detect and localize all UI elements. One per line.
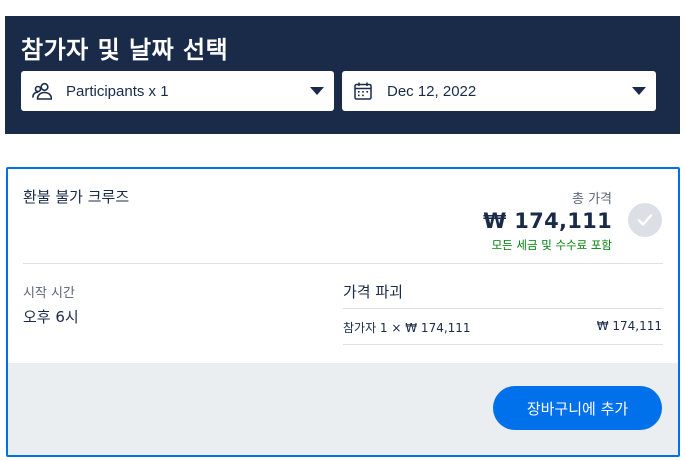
card-footer: 장바구니에 추가 — [8, 363, 678, 455]
check-icon — [637, 214, 653, 226]
tax-note: 모든 세금 및 수수료 포함 — [491, 238, 612, 252]
add-to-cart-button[interactable]: 장바구니에 추가 — [493, 386, 662, 430]
price-breakdown-line: 참가자 1 × ₩ 174,111 — [343, 321, 471, 335]
participants-select[interactable]: Participants x 1 — [21, 71, 334, 111]
divider — [343, 308, 663, 309]
total-price-label: 총 가격 — [571, 192, 612, 207]
selection-header: 참가자 및 날짜 선택 Participants x 1 Dec 12, 202… — [5, 16, 680, 134]
date-select[interactable]: Dec 12, 2022 — [342, 71, 656, 111]
page-title: 참가자 및 날짜 선택 — [21, 36, 229, 64]
total-price: ₩ 174,111 — [483, 209, 612, 233]
divider — [343, 344, 663, 345]
price-breakdown-title: 가격 파괴 — [343, 283, 403, 301]
calendar-icon — [353, 81, 373, 101]
people-icon — [32, 81, 52, 101]
option-title: 환불 불가 크루즈 — [23, 188, 130, 206]
chevron-down-icon — [310, 87, 324, 95]
divider — [23, 263, 663, 264]
chevron-down-icon — [632, 87, 646, 95]
price-breakdown-amount: ₩ 174,111 — [596, 319, 662, 333]
participants-select-label: Participants x 1 — [66, 82, 169, 100]
start-time-value: 오후 6시 — [23, 308, 79, 326]
start-time-label: 시작 시간 — [23, 286, 75, 301]
activity-option-card[interactable]: 환불 불가 크루즈 총 가격 ₩ 174,111 모든 세금 및 수수료 포함 … — [6, 167, 680, 457]
select-option-button[interactable] — [628, 203, 662, 237]
date-select-label: Dec 12, 2022 — [387, 82, 477, 100]
